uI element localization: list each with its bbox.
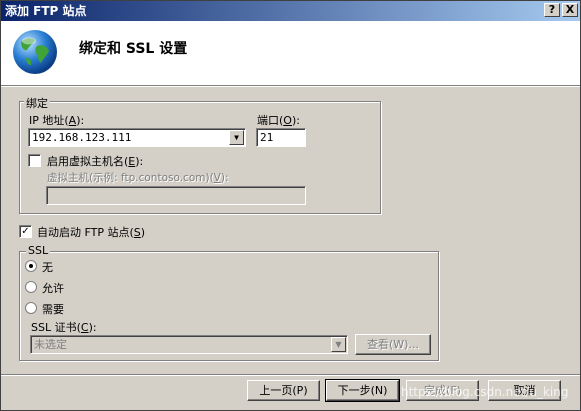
view-cert-button[interactable]: 查看(W)...	[355, 334, 431, 355]
prev-button[interactable]: 上一页(P)	[247, 380, 320, 401]
globe-icon	[13, 30, 57, 74]
binding-group-label: 绑定	[24, 95, 50, 111]
page-title: 绑定和 SSL 设置	[79, 41, 188, 57]
ssl-cert-label: SSL 证书(C):	[31, 321, 97, 334]
port-label: 端口(O):	[257, 114, 300, 127]
ssl-group-label: SSL	[26, 244, 51, 257]
port-input[interactable]: 21	[256, 128, 306, 147]
window-title: 添加 FTP 站点	[5, 4, 87, 18]
chevron-down-icon[interactable]: ▼	[229, 130, 244, 145]
ssl-require-radio[interactable]	[25, 302, 37, 314]
ssl-cert-value: 未选定	[34, 338, 67, 351]
ip-address-combo[interactable]: 192.168.123.111 ▼	[28, 128, 246, 147]
vhost-name-input[interactable]	[46, 186, 306, 205]
ssl-none-label: 无	[42, 261, 53, 274]
chevron-down-icon[interactable]: ▼	[331, 337, 346, 352]
ip-address-value: 192.168.123.111	[32, 131, 132, 144]
close-button[interactable]: X	[562, 3, 578, 17]
vhost-name-label: 虚拟主机(示例: ftp.contoso.com)(V):	[47, 172, 229, 184]
autostart-checkbox[interactable]: ✓	[19, 225, 32, 238]
check-icon: ✓	[21, 226, 30, 237]
title-bar[interactable]: 添加 FTP 站点 ? X	[1, 1, 580, 21]
autostart-label: 自动启动 FTP 站点(S)	[37, 226, 146, 239]
watermark: https://blog.csdn.net/u_king	[401, 385, 569, 399]
add-ftp-site-dialog: 添加 FTP 站点 ? X 绑定和 SSL 设置 绑定 IP 地址(A): 19…	[0, 0, 581, 411]
ssl-none-radio[interactable]	[25, 260, 37, 272]
ssl-allow-radio[interactable]	[25, 281, 37, 293]
next-button[interactable]: 下一步(N)	[325, 379, 400, 402]
ssl-cert-combo[interactable]: 未选定 ▼	[30, 335, 348, 354]
ssl-require-label: 需要	[42, 303, 64, 316]
vhost-checkbox[interactable]	[28, 154, 41, 167]
ip-address-label: IP 地址(A):	[29, 114, 85, 127]
ssl-allow-label: 允许	[42, 282, 64, 295]
wizard-header: 绑定和 SSL 设置	[1, 21, 580, 86]
footer-divider	[1, 374, 580, 376]
vhost-checkbox-label: 启用虚拟主机名(E):	[47, 155, 144, 168]
help-button[interactable]: ?	[544, 3, 560, 17]
